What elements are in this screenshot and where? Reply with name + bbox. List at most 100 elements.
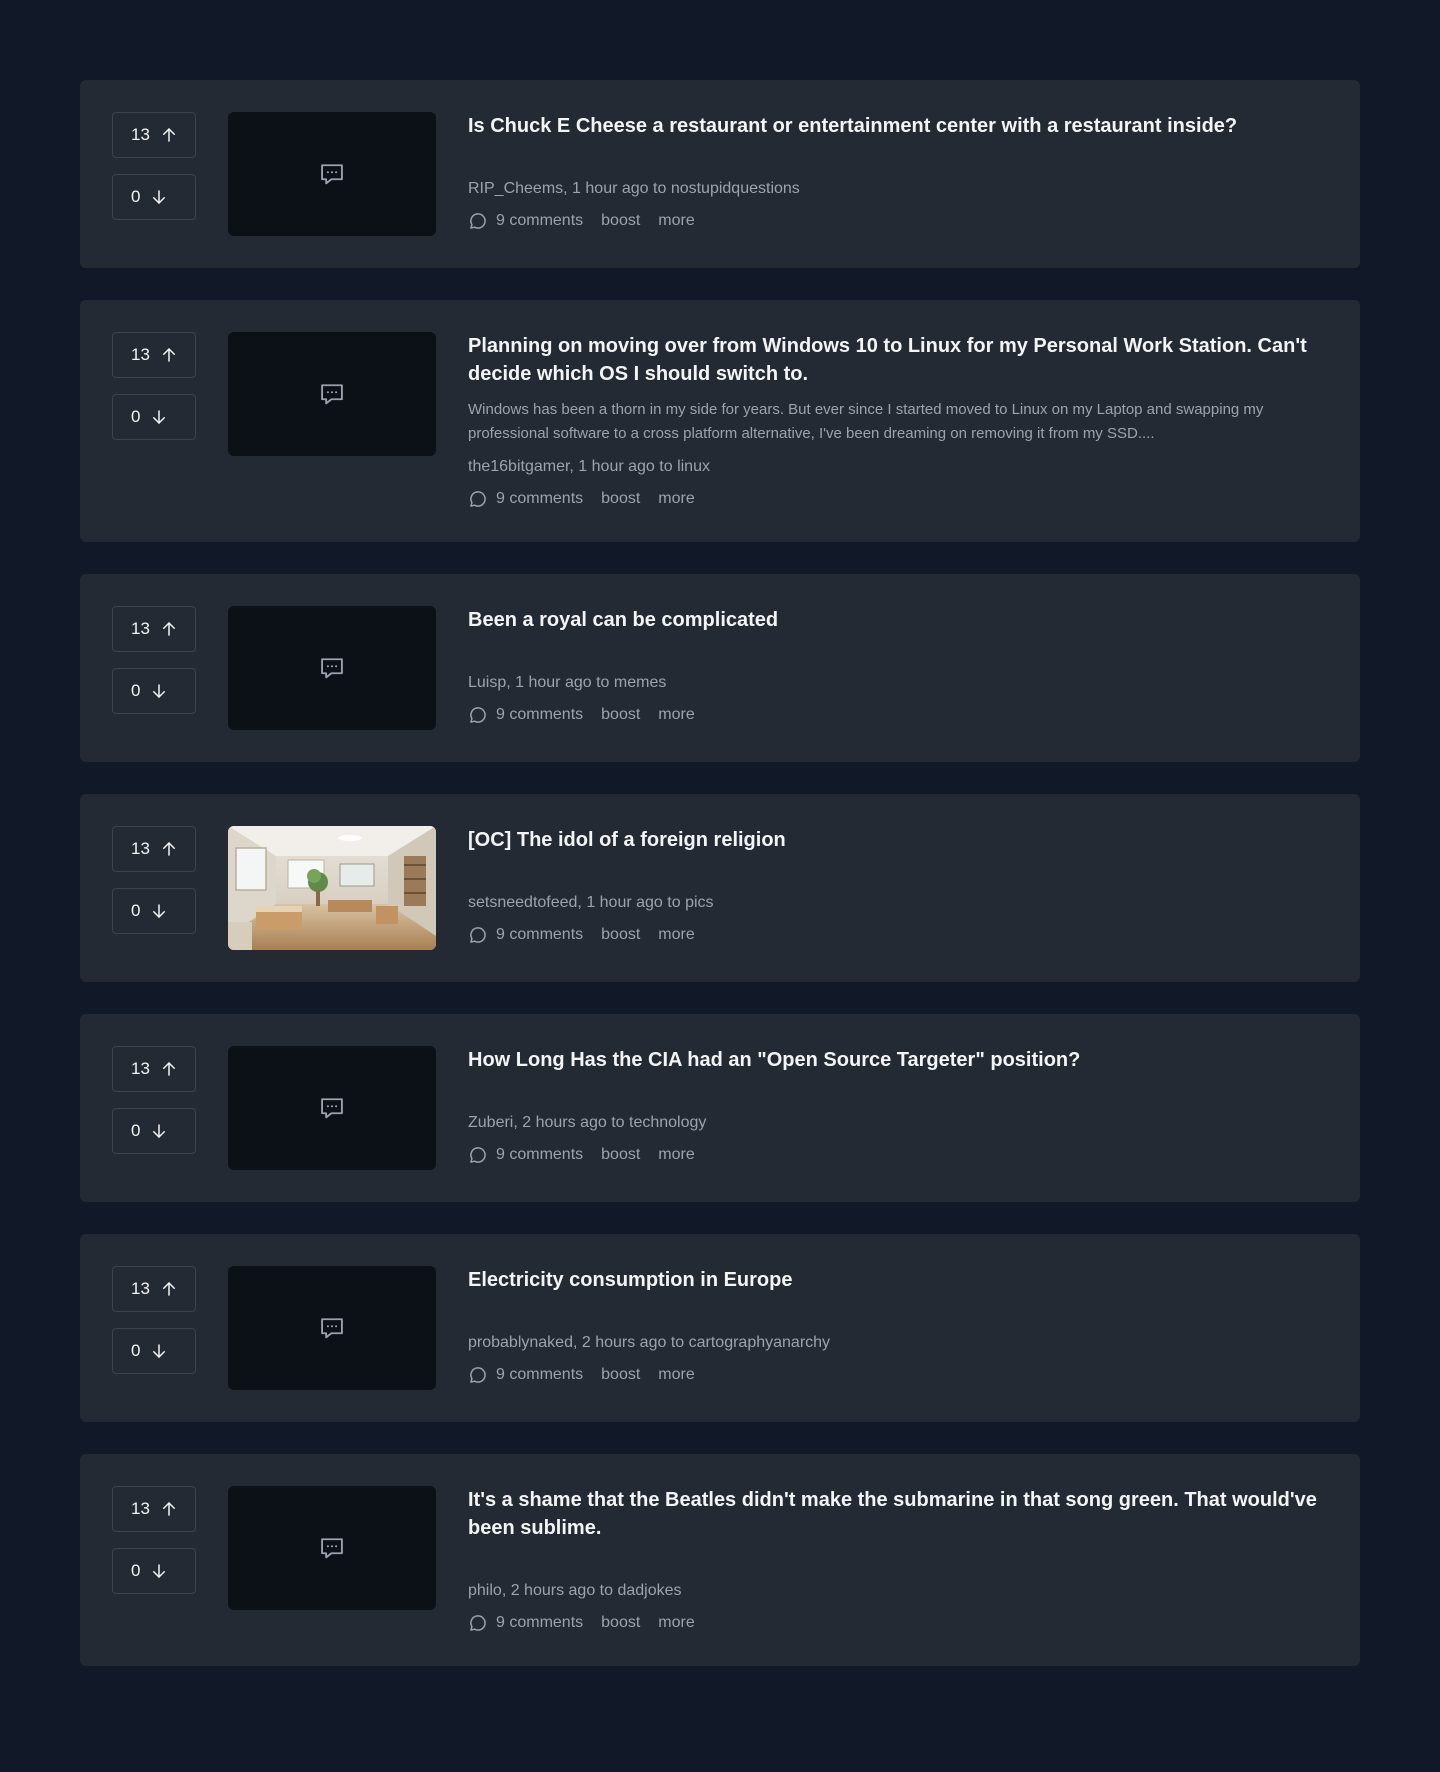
upvote-button[interactable]: 13 <box>112 332 196 378</box>
post-community[interactable]: dadjokes <box>617 1582 681 1599</box>
upvote-count: 13 <box>131 839 150 858</box>
meta-to: to <box>596 674 610 691</box>
comments-label: 9 comments <box>496 490 584 507</box>
more-button[interactable]: more <box>658 210 694 232</box>
meta-to: to <box>667 894 681 911</box>
boost-button[interactable]: boost <box>601 1144 640 1166</box>
post-content: It's a shame that the Beatles didn't mak… <box>468 1486 1328 1634</box>
vote-group: 13 0 <box>112 1266 196 1374</box>
comments-label: 9 comments <box>496 706 584 723</box>
post-thumbnail[interactable] <box>228 606 436 730</box>
downvote-button[interactable]: 0 <box>112 888 196 934</box>
post-title[interactable]: [OC] The idol of a foreign religion <box>468 826 1328 854</box>
boost-button[interactable]: boost <box>601 1364 640 1386</box>
downvote-button[interactable]: 0 <box>112 1548 196 1594</box>
more-button[interactable]: more <box>658 1364 694 1386</box>
upvote-button[interactable]: 13 <box>112 826 196 872</box>
boost-label: boost <box>601 706 641 723</box>
post-community[interactable]: cartographyanarchy <box>689 1334 830 1351</box>
post-community[interactable]: pics <box>685 894 713 911</box>
post-thumbnail[interactable] <box>228 1266 436 1390</box>
more-button[interactable]: more <box>658 488 694 510</box>
upvote-button[interactable]: 13 <box>112 1486 196 1532</box>
downvote-button[interactable]: 0 <box>112 668 196 714</box>
more-label: more <box>658 926 695 943</box>
upvote-button[interactable]: 13 <box>112 1266 196 1312</box>
boost-button[interactable]: boost <box>601 210 640 232</box>
post-author[interactable]: Luisp <box>468 674 506 691</box>
post-content: Been a royal can be complicated Luisp, 1… <box>468 606 1328 726</box>
post-thumbnail[interactable] <box>228 826 436 950</box>
post-content: Is Chuck E Cheese a restaurant or entert… <box>468 112 1328 232</box>
more-button[interactable]: more <box>658 704 694 726</box>
downvote-button[interactable]: 0 <box>112 394 196 440</box>
post-actions: 9 comments boost more <box>468 704 1328 726</box>
arrow-up-icon <box>162 1282 175 1296</box>
post-card: 13 0 [OC] The idol of a foreign religion… <box>80 794 1360 982</box>
chat-icon <box>321 1318 343 1339</box>
comments-button[interactable]: 9 comments <box>468 1364 583 1386</box>
post-thumbnail[interactable] <box>228 1046 436 1170</box>
meta-separator: , <box>513 1114 523 1131</box>
downvote-button[interactable]: 0 <box>112 174 196 220</box>
post-author[interactable]: Zuberi <box>468 1114 513 1131</box>
post-meta: Luisp, 1 hour ago to memes <box>468 672 1328 694</box>
upvote-button[interactable]: 13 <box>112 1046 196 1092</box>
post-actions: 9 comments boost more <box>468 1144 1328 1166</box>
post-community[interactable]: linux <box>677 458 710 475</box>
post-card: 13 0 Is Chuck E Cheese a restaurant or e… <box>80 80 1360 268</box>
comment-bubble-icon <box>470 1615 486 1631</box>
more-label: more <box>658 706 695 723</box>
downvote-button[interactable]: 0 <box>112 1108 196 1154</box>
post-title[interactable]: Is Chuck E Cheese a restaurant or entert… <box>468 112 1328 140</box>
post-time: 2 hours ago <box>510 1582 596 1599</box>
upvote-count: 13 <box>131 125 150 144</box>
comments-button[interactable]: 9 comments <box>468 1144 583 1166</box>
post-author[interactable]: the16bitgamer <box>468 458 569 475</box>
boost-label: boost <box>601 212 641 229</box>
comments-button[interactable]: 9 comments <box>468 704 583 726</box>
post-actions: 9 comments boost more <box>468 1364 1328 1386</box>
post-community[interactable]: technology <box>629 1114 706 1131</box>
post-thumbnail[interactable] <box>228 332 436 456</box>
post-author[interactable]: philo <box>468 1582 502 1599</box>
post-thumbnail[interactable] <box>228 112 436 236</box>
post-card: 13 0 Electricity consumption in Europe p… <box>80 1234 1360 1422</box>
post-author[interactable]: probablynaked <box>468 1334 573 1351</box>
vote-group: 13 0 <box>112 1486 196 1594</box>
post-title[interactable]: Electricity consumption in Europe <box>468 1266 1328 1294</box>
post-title[interactable]: It's a shame that the Beatles didn't mak… <box>468 1486 1328 1542</box>
downvote-button[interactable]: 0 <box>112 1328 196 1374</box>
comment-bubble-icon <box>470 491 486 507</box>
post-author[interactable]: setsneedtofeed <box>468 894 577 911</box>
more-button[interactable]: more <box>658 924 694 946</box>
post-meta: RIP_Cheems, 1 hour ago to nostupidquesti… <box>468 178 1328 200</box>
post-community[interactable]: nostupidquestions <box>671 180 800 197</box>
comments-button[interactable]: 9 comments <box>468 1612 583 1634</box>
boost-button[interactable]: boost <box>601 924 640 946</box>
boost-button[interactable]: boost <box>601 704 640 726</box>
comment-bubble-icon <box>470 927 486 943</box>
post-card: 13 0 Been a royal can be complicated Lui… <box>80 574 1360 762</box>
comments-button[interactable]: 9 comments <box>468 488 583 510</box>
post-title[interactable]: Planning on moving over from Windows 10 … <box>468 332 1328 388</box>
post-time: 1 hour ago <box>578 458 655 475</box>
arrow-up-icon <box>162 622 175 636</box>
more-button[interactable]: more <box>658 1144 694 1166</box>
upvote-button[interactable]: 13 <box>112 606 196 652</box>
upvote-count: 13 <box>131 345 150 364</box>
upvote-button[interactable]: 13 <box>112 112 196 158</box>
post-thumbnail[interactable] <box>228 1486 436 1610</box>
boost-button[interactable]: boost <box>601 1612 640 1634</box>
more-button[interactable]: more <box>658 1612 694 1634</box>
post-title[interactable]: Been a royal can be complicated <box>468 606 1328 634</box>
post-title[interactable]: How Long Has the CIA had an "Open Source… <box>468 1046 1328 1074</box>
comments-button[interactable]: 9 comments <box>468 210 583 232</box>
post-community[interactable]: memes <box>614 674 666 691</box>
post-author[interactable]: RIP_Cheems <box>468 180 563 197</box>
more-label: more <box>658 1366 695 1383</box>
boost-button[interactable]: boost <box>601 488 640 510</box>
comments-button[interactable]: 9 comments <box>468 924 583 946</box>
post-time: 1 hour ago <box>586 894 663 911</box>
post-meta: philo, 2 hours ago to dadjokes <box>468 1580 1328 1602</box>
